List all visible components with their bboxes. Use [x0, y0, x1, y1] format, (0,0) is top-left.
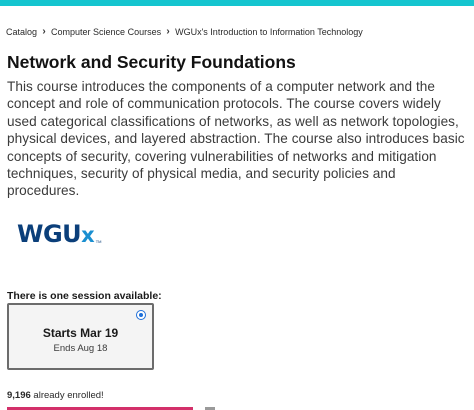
- enrollment-count: 9,196 already enrolled!: [7, 390, 104, 401]
- session-option-card[interactable]: Starts Mar 19 Ends Aug 18: [7, 303, 154, 370]
- chevron-right-icon: ›: [42, 26, 46, 37]
- breadcrumb-current-program[interactable]: WGUx's Introduction to Information Techn…: [175, 27, 363, 37]
- course-description: This course introduces the components of…: [7, 79, 465, 199]
- chevron-right-icon: ›: [166, 26, 170, 37]
- logo-suffix: x: [81, 223, 95, 247]
- logo-text: WGU: [17, 220, 82, 248]
- top-accent-bar: [0, 0, 474, 6]
- breadcrumb: Catalog › Computer Science Courses › WGU…: [6, 26, 363, 37]
- breadcrumb-catalog[interactable]: Catalog: [6, 27, 37, 37]
- sessions-label: There is one session available:: [7, 290, 162, 302]
- page-title: Network and Security Foundations: [7, 52, 296, 72]
- logo-trademark: TM: [95, 239, 102, 244]
- session-end-date: Ends Aug 18: [53, 343, 108, 354]
- radio-selected-icon[interactable]: [136, 310, 146, 320]
- breadcrumb-computer-science-courses[interactable]: Computer Science Courses: [51, 27, 161, 37]
- wgux-logo: WGU x TM: [17, 222, 102, 246]
- session-start-date: Starts Mar 19: [42, 326, 119, 340]
- enrollment-suffix: already enrolled!: [30, 390, 104, 401]
- enrollment-number: 9,196: [7, 390, 31, 401]
